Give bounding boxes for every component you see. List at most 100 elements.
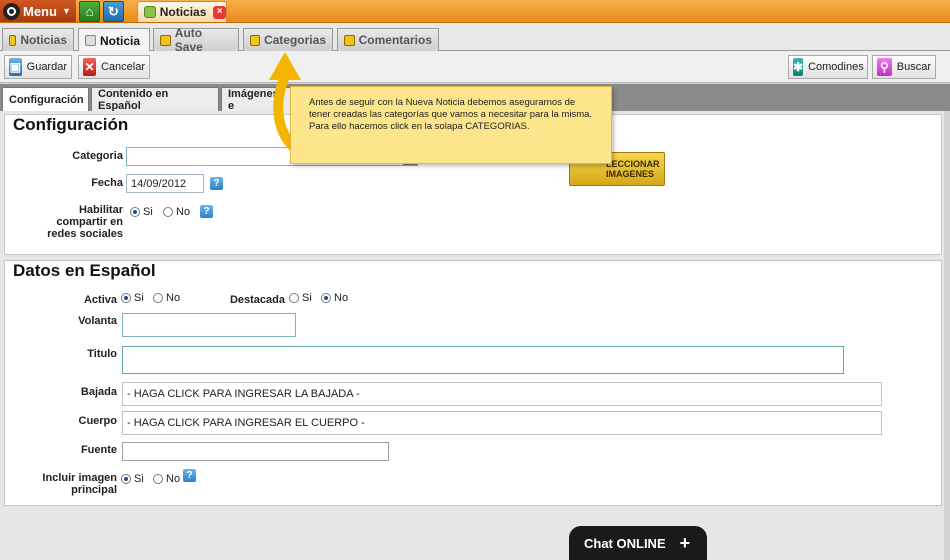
featured-no-radio[interactable]: No [321,292,348,304]
radio-label: No [166,292,181,304]
home-button[interactable]: ⌂ [79,1,100,22]
include-image-no-radio[interactable]: No [153,473,180,485]
source-label: Fuente [80,444,117,456]
help-icon[interactable]: ? [210,177,223,190]
spanish-title: Datos en Español [13,261,156,280]
radio-label: Si [143,206,153,218]
help-icon[interactable]: ? [200,205,213,218]
tab-configuracion[interactable]: Configuración [2,87,89,111]
close-icon[interactable]: × [213,5,226,19]
document-icon [85,35,96,46]
share-label-line: compartir en [56,216,123,228]
refresh-button[interactable]: ↻ [103,1,124,22]
save-icon: ▣ [9,58,22,76]
save-button[interactable]: ▣ Guardar [4,55,72,79]
radio-icon [153,293,163,303]
wildcards-button[interactable]: ✱ Comodines [788,55,868,79]
module-tabs: Noticias Noticia Auto Save Categorias Co… [0,23,950,54]
tooltip-text: Antes de seguir con la Nueva Noticia deb… [309,97,593,132]
tab-label: Auto Save [174,26,203,54]
search-button[interactable]: ⚲ Buscar [872,55,936,79]
featured-label: Destacada [229,294,285,306]
top-bar: Menu ▼ ⌂ ↻ Noticias × [0,0,950,23]
date-field[interactable] [126,174,204,193]
include-image-label-line: Incluir imagen [42,472,117,484]
tab-noticia[interactable]: Noticia [78,28,150,52]
featured-yes-radio[interactable]: Si [289,292,312,304]
chat-label: Chat ONLINE [584,535,666,551]
refresh-icon: ↻ [108,3,119,19]
radio-icon [321,293,331,303]
radio-icon [121,293,131,303]
cancel-button[interactable]: ✕ Cancelar [78,55,150,79]
config-title: Configuración [13,115,129,134]
active-no-radio[interactable]: No [153,292,180,304]
tab-label: Noticia [100,33,141,48]
select-images-label: IMAGENES [606,169,655,179]
tab-auto-save[interactable]: Auto Save [153,26,239,54]
cancel-label: Cancelar [100,61,145,73]
summary-label: Bajada [80,386,117,398]
tab-label: Noticias [20,33,67,47]
window-tab-label: Noticias [159,5,207,19]
radio-label: No [334,292,349,304]
body-field[interactable]: - HAGA CLICK PARA INGRESAR EL CUERPO - [122,411,882,435]
radio-label: Si [302,292,312,304]
summary-field[interactable]: - HAGA CLICK PARA INGRESAR LA BAJADA - [122,382,882,406]
list-icon [9,34,17,46]
save-label: Guardar [26,61,67,73]
comment-icon [344,34,355,46]
autosave-icon [160,34,171,46]
radio-icon [130,207,140,217]
tab-label: Comentarios [358,33,432,47]
share-label-line: Habilitar [78,204,123,216]
include-image-label: Incluir imagen principal [9,472,117,496]
body-label: Cuerpo [78,415,118,427]
module-icon [144,6,156,18]
title-label: Titulo [87,348,117,360]
active-label: Activa [83,294,117,306]
include-image-yes-radio[interactable]: Si [121,473,144,485]
radio-label: No [166,473,181,485]
active-yes-radio[interactable]: Si [121,292,144,304]
radio-icon [163,207,173,217]
help-icon[interactable]: ? [183,469,196,482]
main-content: Configuración Categoria Fecha ? Habilita… [0,111,944,560]
radio-icon [153,474,163,484]
radio-icon [121,474,131,484]
radio-icon [289,293,299,303]
tab-noticias[interactable]: Noticias [2,28,74,51]
cancel-icon: ✕ [83,58,96,76]
source-input[interactable] [122,442,389,461]
kicker-input[interactable] [122,313,296,337]
chat-online-button[interactable]: Chat ONLINE + [569,526,707,560]
wildcards-label: Comodines [808,61,864,73]
home-icon: ⌂ [85,4,94,19]
title-input[interactable] [122,346,844,374]
radio-label: No [176,206,191,218]
tooltip-callout: Antes de seguir con la Nueva Noticia deb… [290,86,612,164]
date-label: Fecha [91,177,123,189]
tab-contenido-espanol[interactable]: Contenido en Español [91,87,219,112]
include-image-label-line: principal [71,484,117,496]
tab-comentarios[interactable]: Comentarios [337,28,439,51]
spanish-panel: Datos en Español Activa Si No Destacada … [4,260,942,506]
share-label-line: redes sociales [47,228,123,240]
search-label: Buscar [896,61,931,73]
share-yes-radio[interactable]: Si [130,206,153,218]
toolbar: ▣ Guardar ✕ Cancelar ✱ Comodines ⚲ Busca… [0,51,950,83]
chevron-down-icon: ▼ [61,6,71,16]
kicker-label: Volanta [78,315,117,327]
share-no-radio[interactable]: No [163,206,190,218]
plus-icon: + [679,533,691,553]
asterisk-icon: ✱ [793,58,804,76]
window-tab-noticias[interactable]: Noticias × [137,1,227,22]
category-label: Categoria [72,150,123,162]
select-images-label: LECCIONAR [606,159,660,169]
menu-label: Menu [23,3,57,19]
radio-label: Si [134,473,144,485]
share-label: Habilitar compartir en redes sociales [25,204,123,240]
radio-label: Si [134,292,144,304]
main-menu-button[interactable]: Menu ▼ [0,0,76,22]
app-logo-icon [3,2,20,20]
